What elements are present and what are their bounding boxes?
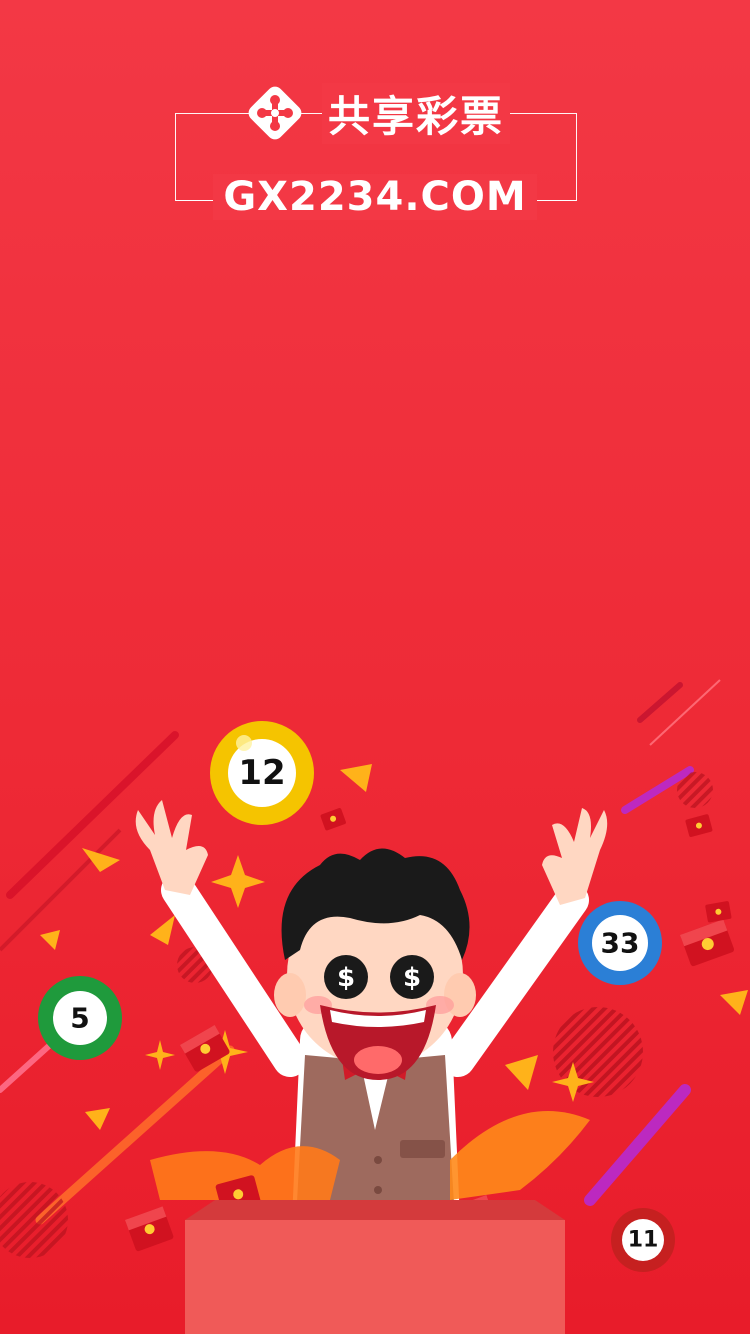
svg-text:$: $ <box>403 963 421 993</box>
lottery-ball: 12 <box>210 721 314 825</box>
lottery-ball: 5 <box>38 976 122 1060</box>
brand-name: 共享彩票 <box>321 82 510 144</box>
brand-header: 共享彩票 <box>0 78 750 148</box>
site-url: GX2234.COM <box>0 174 750 220</box>
splash-screen: 共享彩票 GX2234.COM $ $ 12 33 5 11 <box>0 0 750 1334</box>
celebration-illustration: $ $ 12 33 5 11 <box>0 679 748 1334</box>
lottery-ball-number: 11 <box>628 1228 659 1253</box>
svg-text:$: $ <box>337 963 355 993</box>
hatched-disc <box>0 1182 68 1258</box>
hatched-disc <box>677 772 713 808</box>
lottery-ball-number: 5 <box>70 1002 89 1035</box>
lottery-ball-number: 12 <box>238 753 285 793</box>
lottery-ball-number: 33 <box>601 927 640 960</box>
site-url-text: GX2234.COM <box>213 174 537 220</box>
puzzle-logo-icon <box>248 86 302 140</box>
lottery-ball: 33 <box>578 901 662 985</box>
lottery-ball: 11 <box>611 1208 675 1272</box>
